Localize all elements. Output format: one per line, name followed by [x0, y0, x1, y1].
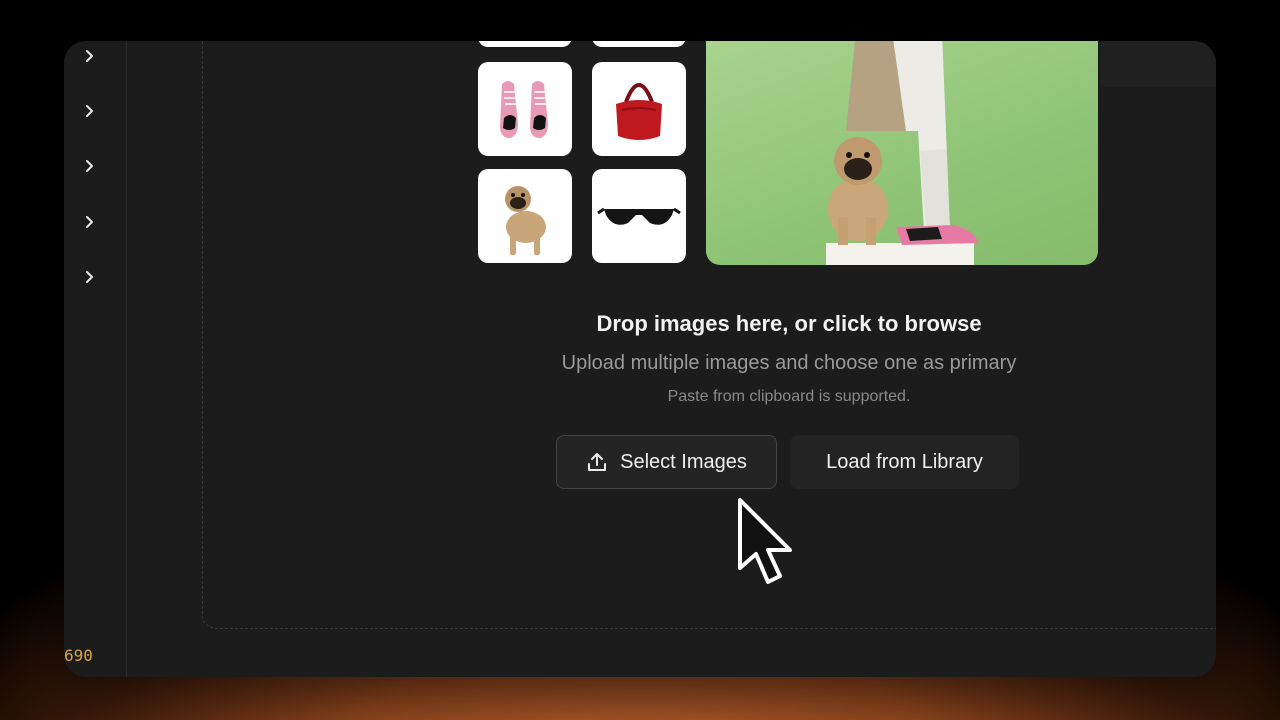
chevron-right-icon[interactable] — [80, 268, 98, 286]
sidebar-rail: 690 — [64, 41, 127, 677]
primary-image-preview[interactable] — [706, 41, 1098, 265]
pug-image — [505, 186, 546, 255]
line-number: 690 — [64, 646, 93, 665]
load-from-library-label: Load from Library — [826, 450, 983, 473]
thumbnail-sunglasses[interactable] — [592, 169, 686, 263]
dropzone-title: Drop images here, or click to browse — [596, 311, 982, 336]
sunglasses-image — [597, 207, 681, 225]
load-from-library-button[interactable]: Load from Library — [790, 435, 1019, 489]
dropzone-subtitle: Upload multiple images and choose one as… — [561, 352, 1017, 374]
chevron-right-icon[interactable] — [80, 47, 98, 65]
chevron-right-icon[interactable] — [80, 157, 98, 175]
chevron-right-icon[interactable] — [80, 102, 98, 120]
thumbnail-partial[interactable] — [592, 41, 686, 47]
dropzone-note: Paste from clipboard is supported. — [667, 388, 911, 405]
thumbnail-handbag[interactable] — [592, 62, 686, 156]
toolbar-strip — [1100, 41, 1216, 87]
upload-icon — [586, 451, 608, 473]
thumbnail-partial[interactable] — [478, 41, 572, 47]
handbag-image — [616, 83, 662, 140]
pug-scene-image — [826, 41, 978, 265]
sneakers-image — [500, 81, 548, 138]
select-images-button[interactable]: Select Images — [556, 435, 777, 489]
thumbnail-sneakers[interactable] — [478, 62, 572, 156]
select-images-label: Select Images — [620, 450, 747, 473]
chevron-right-icon[interactable] — [80, 213, 98, 231]
thumbnail-pug[interactable] — [478, 169, 572, 263]
app-window: 690 Drop images here, or click to browse… — [64, 41, 1216, 677]
